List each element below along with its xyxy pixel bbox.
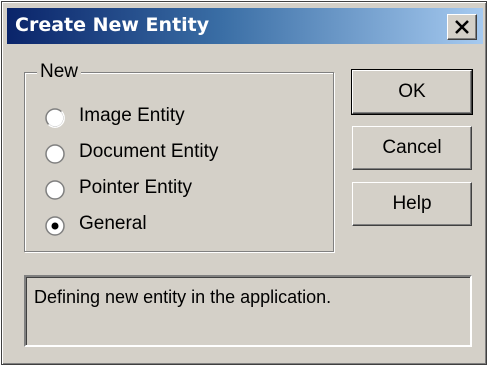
ok-button[interactable]: OK <box>351 69 473 115</box>
radio-label: General <box>79 213 147 234</box>
close-icon <box>455 20 469 34</box>
radio-label: Document Entity <box>79 141 219 162</box>
radio-label: Image Entity <box>79 105 185 126</box>
status-message: Defining new entity in the application. <box>34 287 332 307</box>
title-bar[interactable]: Create New Entity <box>7 8 483 44</box>
help-button[interactable]: Help <box>352 182 472 226</box>
window-title: Create New Entity <box>15 14 210 36</box>
cancel-button[interactable]: Cancel <box>352 126 472 170</box>
radio-button-icon[interactable] <box>45 180 65 200</box>
radio-button-icon[interactable] <box>45 144 65 164</box>
close-button[interactable] <box>447 14 477 40</box>
radio-button-icon[interactable] <box>45 108 65 128</box>
radio-button-selected-icon[interactable] <box>45 216 65 236</box>
radio-label: Pointer Entity <box>79 177 192 198</box>
status-message-box: Defining new entity in the application. <box>24 275 472 347</box>
new-entity-group: New Image Entity Document Entity Pointer… <box>24 61 334 252</box>
group-legend: New <box>37 61 82 83</box>
create-new-entity-dialog: Create New Entity New Image Entity Docum… <box>1 1 487 365</box>
